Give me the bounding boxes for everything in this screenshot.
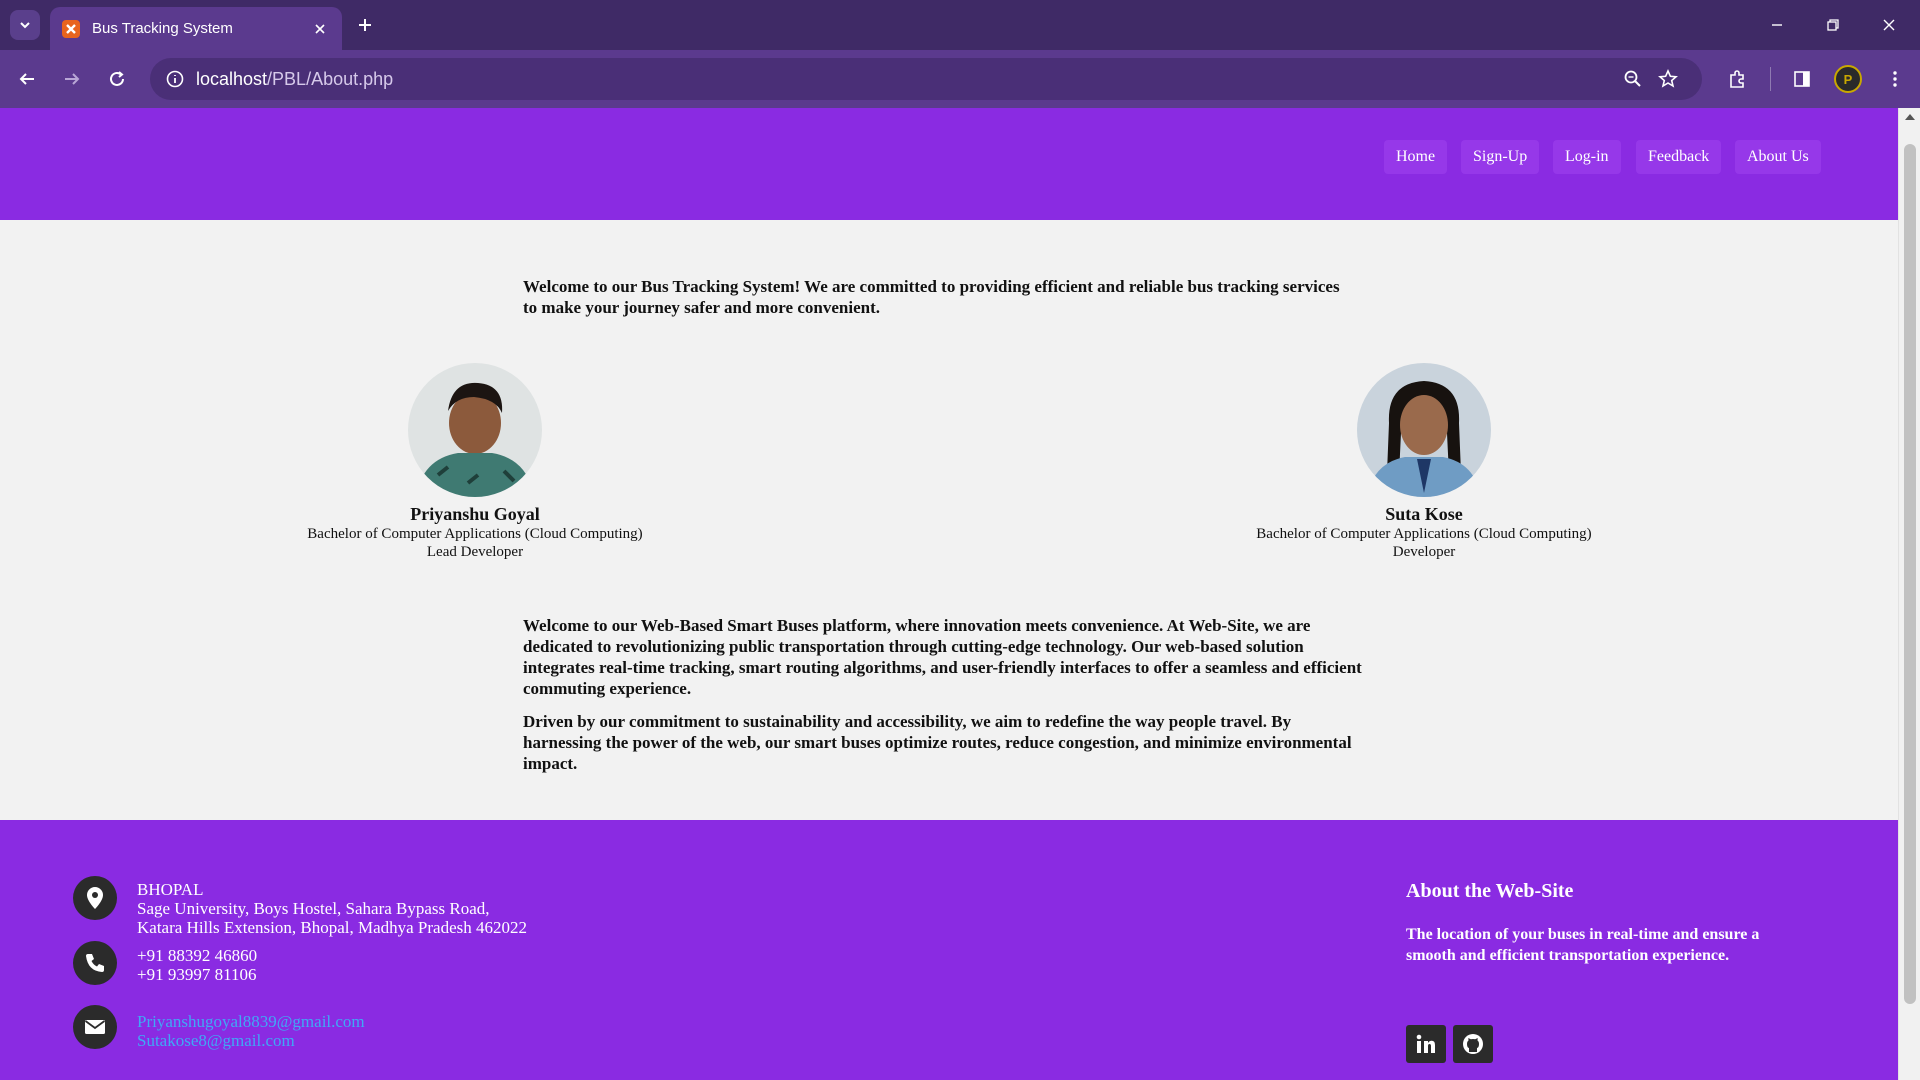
tab-search-button[interactable] (10, 10, 40, 40)
email-block: Priyanshugoyal8839@gmail.com Sutakose8@g… (137, 1012, 365, 1050)
restore-button[interactable] (1820, 12, 1846, 38)
nav-log-in[interactable]: Log-in (1553, 140, 1621, 174)
team-member-card: Suta Kose Bachelor of Computer Applicati… (1234, 363, 1614, 561)
phone-number: +91 93997 81106 (137, 965, 257, 984)
browser-menu-button[interactable] (1880, 64, 1910, 94)
close-window-button[interactable] (1876, 12, 1902, 38)
url-path: /PBL/About.php (267, 69, 394, 89)
close-icon (1883, 19, 1895, 31)
member-role: Developer (1392, 544, 1456, 560)
arrow-right-icon (65, 73, 80, 85)
back-button[interactable] (12, 64, 42, 94)
member-photo (408, 363, 542, 497)
about-section: Welcome to our Web-Based Smart Buses pla… (523, 615, 1363, 786)
scroll-up-arrow-icon[interactable] (1905, 114, 1915, 120)
email-link[interactable]: Sutakose8@gmail.com (137, 1031, 365, 1050)
nav-home[interactable]: Home (1384, 140, 1448, 174)
footer-about-text: The location of your buses in real-time … (1406, 926, 1760, 964)
reload-icon (110, 71, 124, 86)
intro-text: Welcome to our Bus Tracking System! We a… (523, 277, 1340, 317)
about-paragraph: Welcome to our Web-Based Smart Buses pla… (523, 616, 1362, 698)
tab-title: Bus Tracking System (92, 20, 233, 37)
address-bar[interactable]: localhost/PBL/About.php (150, 58, 1702, 100)
nav-about-us[interactable]: About Us (1735, 140, 1821, 174)
nav-sign-up[interactable]: Sign-Up (1461, 140, 1540, 174)
scrollbar-thumb[interactable] (1904, 144, 1916, 1004)
member-degree: Bachelor of Computer Applications (Cloud… (307, 526, 643, 542)
reload-button[interactable] (102, 64, 132, 94)
xampp-favicon-icon (62, 19, 80, 38)
site-info-icon[interactable] (160, 64, 190, 94)
github-icon[interactable] (1453, 1025, 1493, 1063)
forward-button[interactable] (57, 64, 87, 94)
member-role: Lead Developer (426, 544, 524, 560)
zoom-icon[interactable] (1618, 64, 1648, 94)
address-city: BHOPAL (137, 880, 204, 899)
url-text[interactable]: localhost/PBL/About.php (196, 69, 393, 90)
address-block: BHOPAL Sage University, Boys Hostel, Sah… (137, 880, 527, 937)
about-paragraph: Driven by our commitment to sustainabili… (523, 712, 1352, 773)
minimize-icon (1772, 24, 1782, 26)
side-panel-icon (1794, 71, 1810, 87)
puzzle-icon (1730, 70, 1744, 88)
browser-tab-active[interactable]: Bus Tracking System (50, 7, 342, 50)
address-line: Sage University, Boys Hostel, Sahara Byp… (137, 899, 490, 918)
chevron-down-icon (20, 22, 30, 29)
email-link[interactable]: Priyanshugoyal8839@gmail.com (137, 1012, 365, 1031)
more-vertical-icon (1893, 71, 1897, 87)
url-host: localhost (196, 69, 268, 89)
browser-toolbar: localhost/PBL/About.php P (0, 50, 1920, 108)
new-tab-button[interactable] (352, 12, 378, 38)
member-name: Priyanshu Goyal (410, 504, 540, 524)
phone-block: +91 88392 46860 +91 93997 81106 (137, 946, 257, 984)
member-photo (1357, 363, 1491, 497)
map-marker-icon (73, 876, 117, 920)
minimize-button[interactable] (1764, 12, 1790, 38)
site-header: Home Sign-Up Log-in Feedback About Us (0, 108, 1898, 220)
team-member-card: Priyanshu Goyal Bachelor of Computer App… (285, 363, 665, 561)
address-line: Katara Hills Extension, Bhopal, Madhya P… (137, 918, 527, 937)
restore-icon (1827, 19, 1839, 31)
page-scrollbar[interactable] (1898, 108, 1920, 1080)
browser-tab-bar: Bus Tracking System (0, 0, 1920, 50)
site-footer: BHOPAL Sage University, Boys Hostel, Sah… (0, 820, 1898, 1080)
footer-about-title: About the Web-Site (1406, 880, 1574, 902)
phone-icon (73, 941, 117, 985)
arrow-left-icon (19, 73, 34, 85)
member-degree: Bachelor of Computer Applications (Cloud… (1256, 526, 1592, 542)
plus-icon (359, 19, 371, 31)
toolbar-divider (1770, 67, 1771, 91)
side-panel-button[interactable] (1787, 64, 1817, 94)
extensions-button[interactable] (1722, 64, 1752, 94)
nav-feedback[interactable]: Feedback (1636, 140, 1722, 174)
tab-close-icon[interactable] (310, 19, 330, 39)
phone-number: +91 88392 46860 (137, 946, 258, 965)
member-name: Suta Kose (1385, 504, 1463, 524)
envelope-icon (73, 1005, 117, 1049)
profile-avatar[interactable]: P (1834, 65, 1862, 93)
bookmark-star-icon[interactable] (1653, 64, 1683, 94)
page-viewport: Home Sign-Up Log-in Feedback About Us We… (0, 108, 1898, 1080)
linkedin-icon[interactable] (1406, 1025, 1446, 1063)
